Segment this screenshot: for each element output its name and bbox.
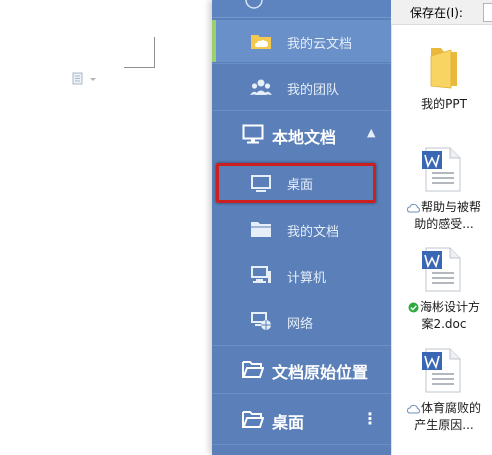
highlight-frame — [216, 163, 376, 203]
network-icon — [250, 310, 272, 332]
file-item-document[interactable]: 体育腐败的 产生原因... — [399, 346, 489, 436]
sidebar-item-label: 我的团队 — [287, 83, 340, 98]
save-in-dropdown[interactable] — [483, 3, 492, 22]
save-in-bar: 保存在(I): — [391, 0, 492, 25]
file-name: 体育腐败的 产生原因... — [399, 400, 489, 434]
file-name-line: 案2.doc — [421, 317, 467, 331]
file-item-document[interactable]: 海彬设计方 案2.doc — [399, 245, 489, 335]
cloud-icon — [406, 404, 420, 413]
sidebar-item-network[interactable]: 网络 — [212, 298, 391, 344]
file-name-line: 体育腐败的 — [420, 401, 481, 415]
folder-icon — [250, 218, 272, 240]
file-name-line: 海彬设计方 — [419, 300, 480, 314]
paragraph-options-icon[interactable] — [72, 72, 98, 86]
divider — [212, 444, 391, 445]
file-name-line: 帮助与被帮 — [420, 200, 481, 214]
folder-open-icon — [242, 358, 264, 380]
file-name: 海彬设计方 案2.doc — [399, 299, 489, 333]
folder-cloud-icon — [250, 30, 272, 52]
active-accent-bar — [212, 20, 216, 62]
sidebar-item-label: 计算机 — [287, 271, 327, 286]
collapse-chevron-icon[interactable]: ▲ — [367, 126, 375, 139]
folder-open-icon — [242, 408, 264, 430]
computer-icon — [250, 264, 272, 286]
page-margin-marker — [124, 37, 155, 68]
document-canvas — [0, 0, 212, 455]
monitor-icon — [242, 123, 264, 145]
globe-icon — [245, 0, 263, 9]
file-item-folder[interactable]: 我的PPT — [399, 44, 489, 116]
team-icon — [250, 76, 272, 98]
section-label: 文档原始位置 — [272, 363, 369, 382]
sidebar-item-my-documents[interactable]: 我的文档 — [212, 206, 391, 252]
sidebar-item-label: 我的云文档 — [287, 37, 353, 52]
wps-writer-doc-icon — [422, 147, 461, 192]
section-original-location[interactable]: 文档原始位置 — [212, 346, 391, 392]
file-name-line: 我的PPT — [421, 97, 467, 111]
folder-icon — [430, 48, 457, 89]
sidebar-item-my-team[interactable]: 我的团队 — [212, 64, 391, 110]
file-name-line: 助的感受... — [414, 217, 474, 231]
section-desktop[interactable]: 桌面 ⋮ — [212, 394, 391, 444]
file-name: 我的PPT — [399, 96, 489, 113]
save-in-label: 保存在(I): — [410, 6, 463, 20]
wps-writer-doc-icon — [422, 247, 461, 292]
sidebar-top-item[interactable] — [212, 0, 391, 18]
more-options-icon[interactable]: ⋮ — [362, 409, 378, 428]
section-label: 本地文档 — [272, 128, 337, 147]
file-name-line: 产生原因... — [414, 418, 474, 432]
sidebar-item-label: 我的文档 — [287, 225, 340, 240]
sidebar-item-label: 网络 — [287, 317, 314, 332]
sidebar-item-computer[interactable]: 计算机 — [212, 252, 391, 298]
location-sidebar: 我的云文档 我的团队 本地文档 ▲ 桌面 我的文档 计算机 网络 文档原始位置 … — [212, 0, 391, 455]
section-label: 桌面 — [272, 413, 305, 432]
synced-check-icon — [408, 302, 419, 313]
file-name: 帮助与被帮 助的感受... — [399, 199, 489, 233]
file-item-document[interactable]: 帮助与被帮 助的感受... — [399, 145, 489, 235]
wps-writer-doc-icon — [422, 348, 461, 393]
sidebar-item-my-cloud-docs[interactable]: 我的云文档 — [212, 20, 391, 62]
section-local-docs[interactable]: 本地文档 ▲ — [212, 111, 391, 156]
file-browser: 保存在(I): 我的PPT 帮助与被帮 助的感受... 海彬设计方 案2.doc… — [391, 0, 492, 455]
cloud-icon — [406, 203, 420, 212]
panel-border — [391, 24, 392, 455]
